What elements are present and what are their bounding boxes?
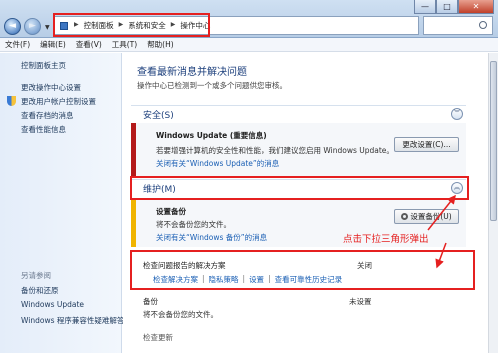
sidebar-links: 更改操作中心设置 更改用户帐户控制设置 查看存档的消息 查看性能信息 xyxy=(7,82,96,138)
problem-reports-highlight-box xyxy=(130,250,475,290)
search-icon xyxy=(479,21,487,29)
menu-help[interactable]: 帮助(H) xyxy=(142,38,179,51)
menu-file[interactable]: 文件(F) xyxy=(0,38,35,51)
gear-icon xyxy=(401,213,409,220)
menu-bar: 文件(F) 编辑(E) 查看(V) 工具(T) 帮助(H) xyxy=(0,38,498,52)
sidebar: 控制面板主页 更改操作中心设置 更改用户帐户控制设置 查看存档的消息 查看性能信… xyxy=(0,53,124,353)
setup-backup-title: 设置备份 xyxy=(156,207,186,216)
annotation-text: 点击下拉三角形弹出 xyxy=(343,234,429,245)
security-section-header[interactable]: 安全(S) ︾ xyxy=(131,105,466,121)
sidebar-item-change-action-center-settings[interactable]: 更改操作中心设置 xyxy=(21,82,96,96)
see-also-links: 备份和还原 Windows Update Windows 程序兼容性疑难解答 xyxy=(21,285,124,330)
setup-backup-button[interactable]: 设置备份(U) xyxy=(394,209,459,224)
sidebar-home-link[interactable]: 控制面板主页 xyxy=(21,60,66,71)
page-title: 查看最新消息并解决问题 xyxy=(137,67,247,78)
page-subtitle: 操作中心已检测到一个或多个问题供您审核。 xyxy=(137,81,287,90)
see-also-heading: 另请参阅 xyxy=(21,271,51,280)
maintenance-highlight-box xyxy=(130,176,469,200)
menu-edit[interactable]: 编辑(E) xyxy=(35,38,71,51)
window-controls: — □ ✕ xyxy=(414,0,494,14)
sidebar-item-label: 更改用户帐户控制设置 xyxy=(21,97,96,106)
windows-update-body: 若要增强计算机的安全性和性能，我们建议您启用 Windows Update。 xyxy=(156,146,394,155)
forward-button[interactable]: ► xyxy=(24,18,41,35)
dismiss-windows-update-link[interactable]: 关闭有关“Windows Update”的消息 xyxy=(156,158,279,169)
warning-status-bar xyxy=(131,199,136,247)
minimize-button[interactable]: — xyxy=(414,0,436,14)
sidebar-item-archived-messages[interactable]: 查看存档的消息 xyxy=(21,110,96,124)
maximize-button[interactable]: □ xyxy=(436,0,458,14)
see-also-windows-update[interactable]: Windows Update xyxy=(21,300,124,315)
chevron-down-icon[interactable]: ︾ xyxy=(451,108,463,120)
windows-update-title: Windows Update (重要信息) xyxy=(156,131,267,140)
security-section-label: 安全(S) xyxy=(143,111,174,121)
close-button[interactable]: ✕ xyxy=(458,0,494,14)
check-updates-row: 检查更新 xyxy=(143,333,173,342)
scrollbar-thumb[interactable] xyxy=(490,61,497,221)
setup-backup-body: 将不会备份您的文件。 xyxy=(156,220,231,229)
dismiss-backup-link[interactable]: 关闭有关“Windows 备份”的消息 xyxy=(156,232,267,243)
setup-backup-button-label: 设置备份(U) xyxy=(410,212,452,221)
menu-tools[interactable]: 工具(T) xyxy=(107,38,142,51)
backup-label: 备份 xyxy=(143,297,158,306)
see-also-backup-restore[interactable]: 备份和还原 xyxy=(21,285,124,300)
change-settings-button[interactable]: 更改设置(C)... xyxy=(394,137,459,152)
menu-view[interactable]: 查看(V) xyxy=(71,38,107,51)
sidebar-item-performance-info[interactable]: 查看性能信息 xyxy=(21,124,96,138)
main-content: 查看最新消息并解决问题 操作中心已检测到一个或多个问题供您审核。 安全(S) ︾… xyxy=(123,53,498,353)
sidebar-item-change-uac-settings[interactable]: 更改用户帐户控制设置 xyxy=(7,96,96,110)
back-button[interactable]: ◄ xyxy=(4,18,21,35)
backup-body: 将不会备份您的文件。 xyxy=(143,310,218,319)
search-input[interactable] xyxy=(423,16,493,35)
shield-icon xyxy=(7,96,16,106)
address-highlight-box xyxy=(53,13,210,37)
recent-pages-dropdown[interactable]: ▼ xyxy=(45,24,50,31)
backup-status: 未设置 xyxy=(349,297,372,306)
windows-update-message: Windows Update (重要信息) 若要增强计算机的安全性和性能，我们建… xyxy=(131,123,466,176)
critical-status-bar xyxy=(131,123,136,176)
vertical-scrollbar[interactable] xyxy=(488,53,498,353)
see-also-compat-troubleshooter[interactable]: Windows 程序兼容性疑难解答 xyxy=(21,315,124,330)
